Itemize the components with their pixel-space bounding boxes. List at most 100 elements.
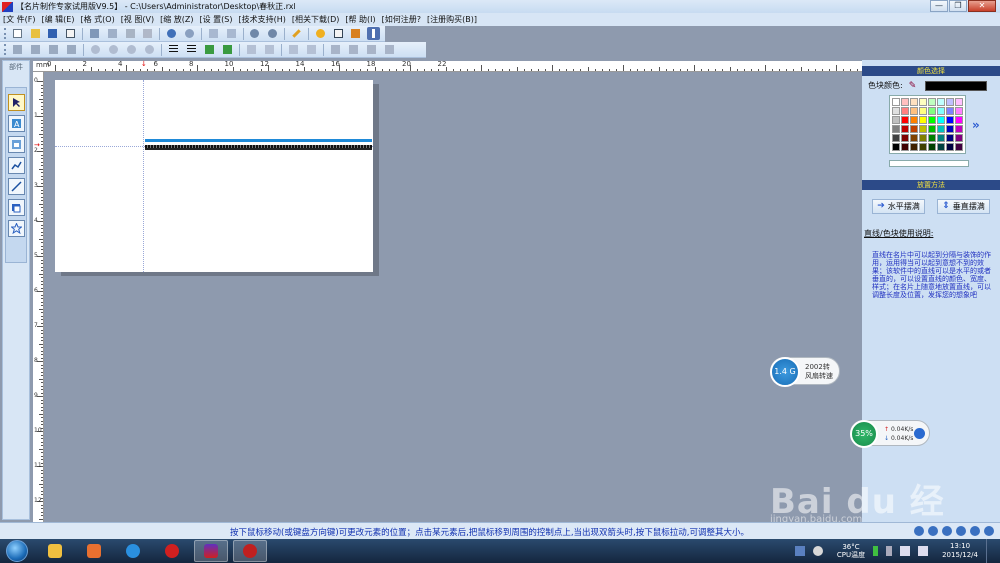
show-desktop-button[interactable]: [986, 539, 996, 563]
palette-swatch[interactable]: [946, 143, 954, 151]
minimize-button[interactable]: —: [930, 0, 948, 12]
palette-swatch[interactable]: [937, 116, 945, 124]
more-colors-icon[interactable]: »: [972, 118, 980, 132]
layer-up-icon[interactable]: [207, 27, 220, 40]
black-line-element[interactable]: [145, 148, 372, 150]
palette-swatch[interactable]: [892, 143, 900, 151]
palette-swatch[interactable]: [892, 107, 900, 115]
palette-swatch[interactable]: [901, 125, 909, 133]
custom-color-bar[interactable]: [889, 160, 969, 167]
palette-swatch[interactable]: [910, 143, 918, 151]
volume-icon[interactable]: [918, 546, 929, 556]
fill-horizontal-button[interactable]: ➔ 水平摆满: [872, 199, 925, 214]
palette-swatch[interactable]: [901, 98, 909, 106]
media-player-icon[interactable]: [77, 540, 111, 562]
group-icon[interactable]: [203, 43, 216, 56]
grid-icon[interactable]: [245, 43, 258, 56]
menu-support[interactable]: [技术支持(H): [235, 14, 288, 25]
align-center-icon[interactable]: [29, 43, 42, 56]
open-folder-icon[interactable]: [29, 27, 42, 40]
palette-swatch[interactable]: [955, 134, 963, 142]
palette-swatch[interactable]: [892, 98, 900, 106]
palette-swatch[interactable]: [937, 143, 945, 151]
redo-icon[interactable]: [183, 27, 196, 40]
palette-swatch[interactable]: [910, 98, 918, 106]
menu-format[interactable]: [格 式(O): [77, 14, 117, 25]
palette-swatch[interactable]: [910, 107, 918, 115]
palette-swatch[interactable]: [901, 143, 909, 151]
table-icon[interactable]: [263, 43, 276, 56]
menu-file[interactable]: [文 件(F): [0, 14, 39, 25]
fill-vertical-button[interactable]: ⇕ 垂直摆满: [937, 199, 990, 214]
palette-swatch[interactable]: [919, 125, 927, 133]
status-icon-6[interactable]: [984, 526, 994, 536]
network-speed-widget[interactable]: 35% ↑ 0.04K/s ↓ 0.04K/s: [850, 420, 930, 448]
palette-swatch[interactable]: [928, 98, 936, 106]
palette-swatch[interactable]: [937, 125, 945, 133]
card-maker-icon[interactable]: [194, 540, 228, 562]
line-chart-tool-icon[interactable]: [7, 157, 25, 174]
zoom-out-icon[interactable]: [266, 27, 279, 40]
menu-buy[interactable]: [注册购买(B)]: [424, 14, 480, 25]
justify-center-icon[interactable]: [185, 43, 198, 56]
register-icon[interactable]: [332, 27, 345, 40]
accelerator-icon[interactable]: [914, 428, 925, 439]
palette-swatch[interactable]: [910, 134, 918, 142]
ungroup-icon[interactable]: [221, 43, 234, 56]
palette-swatch[interactable]: [901, 134, 909, 142]
first-icon[interactable]: [329, 43, 342, 56]
palette-swatch[interactable]: [946, 107, 954, 115]
align-top-icon[interactable]: [65, 43, 78, 56]
last-icon[interactable]: [383, 43, 396, 56]
palette-swatch[interactable]: [910, 116, 918, 124]
frame2-icon[interactable]: [305, 43, 318, 56]
palette-swatch[interactable]: [910, 125, 918, 133]
copy-icon[interactable]: [106, 27, 119, 40]
print-preview-icon[interactable]: [64, 27, 77, 40]
menu-zoom[interactable]: [缩 放(Z): [157, 14, 196, 25]
scroll-icon[interactable]: [367, 27, 381, 40]
video-player-icon[interactable]: [116, 540, 150, 562]
start-button[interactable]: [6, 540, 28, 562]
align-right-icon[interactable]: [47, 43, 60, 56]
select-arrow-icon[interactable]: [7, 94, 25, 111]
paste-icon[interactable]: [124, 27, 137, 40]
tray-expand-icon[interactable]: [886, 546, 893, 556]
move-left-icon[interactable]: [125, 43, 138, 56]
palette-swatch[interactable]: [919, 98, 927, 106]
palette-swatch[interactable]: [946, 125, 954, 133]
palette-swatch[interactable]: [955, 107, 963, 115]
menu-help[interactable]: [帮 助(I): [342, 14, 378, 25]
next-icon[interactable]: [365, 43, 378, 56]
palette-swatch[interactable]: [892, 116, 900, 124]
network-icon[interactable]: [900, 546, 911, 556]
delete-icon[interactable]: [142, 27, 155, 40]
text-tool-icon[interactable]: A: [7, 115, 25, 132]
line-tool-icon[interactable]: [7, 178, 25, 195]
rectangle-tool-icon[interactable]: [7, 199, 25, 216]
status-icon-4[interactable]: [956, 526, 966, 536]
palette-swatch[interactable]: [928, 143, 936, 151]
frame-icon[interactable]: [287, 43, 300, 56]
cut-icon[interactable]: [88, 27, 101, 40]
zoom-in-icon[interactable]: [248, 27, 261, 40]
palette-swatch[interactable]: [937, 134, 945, 142]
palette-swatch[interactable]: [919, 107, 927, 115]
fan-speed-widget[interactable]: 1.4 G 2002转 风扇转速: [770, 357, 840, 387]
palette-swatch[interactable]: [946, 134, 954, 142]
battery-icon[interactable]: [873, 546, 879, 556]
palette-swatch[interactable]: [955, 143, 963, 151]
align-left-icon[interactable]: [11, 43, 24, 56]
toolbar-grip[interactable]: [4, 44, 7, 55]
save-icon[interactable]: [47, 27, 60, 40]
status-icon-5[interactable]: [970, 526, 980, 536]
palette-swatch[interactable]: [955, 125, 963, 133]
palette-swatch[interactable]: [901, 116, 909, 124]
move-down-icon[interactable]: [107, 43, 120, 56]
eyedropper-icon[interactable]: ✎: [909, 81, 919, 91]
palette-swatch[interactable]: [919, 143, 927, 151]
menu-edit[interactable]: [编 辑(E): [39, 14, 78, 25]
status-icon-1[interactable]: [914, 526, 924, 536]
move-up-icon[interactable]: [89, 43, 102, 56]
palette-swatch[interactable]: [955, 98, 963, 106]
